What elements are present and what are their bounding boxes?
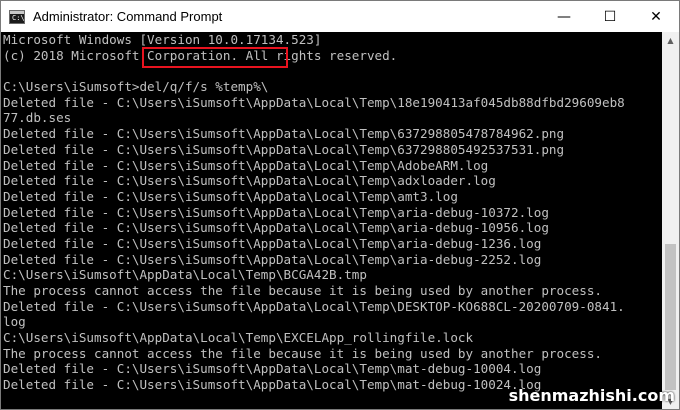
console-line: Deleted file - C:\Users\iSumsoft\AppData… bbox=[3, 220, 549, 236]
window-controls: — ☐ ✕ bbox=[541, 1, 679, 32]
console-line: Deleted file - C:\Users\iSumsoft\AppData… bbox=[3, 94, 625, 110]
command-prompt-window: C:\ Administrator: Command Prompt — ☐ ✕ … bbox=[0, 0, 680, 410]
minimize-button[interactable]: — bbox=[541, 1, 587, 32]
console-line: C:\Users\iSumsoft\AppData\Local\Temp\EXC… bbox=[3, 330, 474, 346]
console-line: Microsoft Windows [Version 10.0.17134.52… bbox=[3, 32, 322, 47]
maximize-button[interactable]: ☐ bbox=[587, 1, 633, 32]
cmd-icon: C:\ bbox=[9, 9, 25, 24]
console-line: Deleted file - C:\Users\iSumsoft\AppData… bbox=[3, 235, 542, 251]
console-line: Deleted file - C:\Users\iSumsoft\AppData… bbox=[3, 251, 542, 267]
console-line: Deleted file - C:\Users\iSumsoft\AppData… bbox=[3, 188, 458, 204]
console-line: Deleted file - C:\Users\iSumsoft\AppData… bbox=[3, 204, 549, 220]
console-line: log bbox=[3, 314, 26, 330]
console-output[interactable]: Microsoft Windows [Version 10.0.17134.52… bbox=[1, 32, 663, 409]
console-command-line: C:\Users\iSumsoft>del/q/f/s %temp%\ bbox=[3, 79, 269, 95]
console-line: C:\Users\iSumsoft\AppData\Local\Temp\BCG… bbox=[3, 267, 367, 283]
console-line: Deleted file - C:\Users\iSumsoft\AppData… bbox=[3, 298, 625, 314]
console-line: 77.db.ses bbox=[3, 110, 72, 126]
command-highlight-box bbox=[142, 47, 288, 68]
console-line: (c) 2018 Microsoft Corporation. All righ… bbox=[3, 47, 398, 63]
console-line: Deleted file - C:\Users\iSumsoft\AppData… bbox=[3, 141, 565, 157]
scroll-up-icon[interactable]: ▲ bbox=[662, 32, 679, 49]
console-line: Deleted file - C:\Users\iSumsoft\AppData… bbox=[3, 157, 489, 173]
title-bar[interactable]: C:\ Administrator: Command Prompt — ☐ ✕ bbox=[1, 1, 679, 32]
console-line: The process cannot access the file becau… bbox=[3, 345, 602, 361]
console-line: Deleted file - C:\Users\iSumsoft\AppData… bbox=[3, 173, 496, 189]
console-line: The process cannot access the file becau… bbox=[3, 283, 602, 298]
watermark: shenmazhishi.com bbox=[508, 386, 675, 405]
console-line: Deleted file - C:\Users\iSumsoft\AppData… bbox=[3, 361, 542, 377]
scrollbar-thumb[interactable] bbox=[665, 244, 676, 390]
window-title: Administrator: Command Prompt bbox=[33, 9, 223, 24]
console-line: Deleted file - C:\Users\iSumsoft\AppData… bbox=[3, 126, 565, 142]
close-button[interactable]: ✕ bbox=[633, 1, 679, 32]
vertical-scrollbar[interactable]: ▲ ▼ bbox=[662, 32, 679, 409]
